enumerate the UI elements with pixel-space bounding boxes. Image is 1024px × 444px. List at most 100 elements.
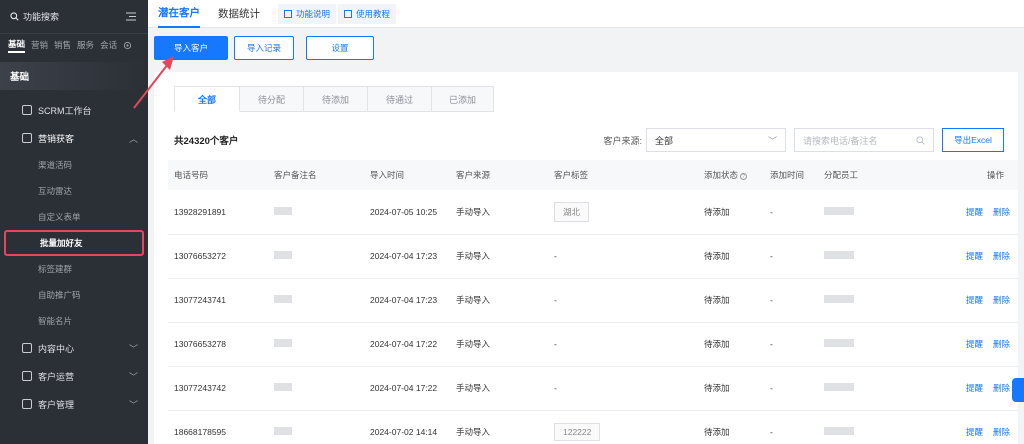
- category-sales[interactable]: 销售: [54, 39, 71, 51]
- search-placeholder: 请搜索电话/备注名: [803, 135, 878, 146]
- function-search[interactable]: 功能搜索: [0, 0, 148, 34]
- remind-link[interactable]: 提醒: [966, 207, 983, 217]
- category-chat[interactable]: 会话: [100, 39, 117, 51]
- phone-cell: 13077243742: [168, 366, 268, 411]
- added-time-cell: -: [764, 190, 818, 235]
- sidebar-item-marketing[interactable]: 营销获客 ︿: [0, 124, 148, 152]
- remark-cell: [268, 410, 364, 444]
- sidebar-sub-radar[interactable]: 互动雷达: [0, 178, 148, 204]
- remind-link[interactable]: 提醒: [966, 251, 983, 261]
- export-excel-button[interactable]: 导出Excel: [942, 128, 1004, 152]
- sidebar-sub-channel-code[interactable]: 渠道活码: [0, 152, 148, 178]
- col-tags: 客户标签: [548, 160, 698, 190]
- col-add-time: 添加时间: [764, 160, 818, 190]
- phone-cell: 13076653272: [168, 234, 268, 279]
- redacted-block: [274, 206, 292, 215]
- category-basic[interactable]: 基础: [8, 38, 26, 53]
- redacted-block: [824, 427, 854, 435]
- remind-link[interactable]: 提醒: [966, 383, 983, 393]
- status-cell: 待添加: [698, 410, 764, 444]
- status-cell: 待添加: [698, 190, 764, 235]
- category-service[interactable]: 服务: [77, 39, 94, 51]
- remind-link[interactable]: 提醒: [966, 427, 983, 437]
- source-select[interactable]: 全部 ﹀: [646, 128, 786, 152]
- tag-badge: 湖北: [554, 201, 590, 222]
- status-tab-all[interactable]: 全部: [174, 86, 240, 112]
- redacted-block: [274, 383, 292, 391]
- delete-link[interactable]: 删除: [993, 251, 1010, 261]
- sidebar-item-customer-ops[interactable]: 客户运营 ﹀: [0, 362, 148, 390]
- added-time-cell: -: [764, 234, 818, 279]
- phone-search-input[interactable]: 请搜索电话/备注名: [794, 128, 934, 152]
- status-tab-pending-add[interactable]: 待添加: [304, 86, 368, 112]
- redacted-block: [824, 206, 854, 215]
- col-staff: 分配员工: [818, 160, 928, 190]
- phone-cell: 13077243741: [168, 278, 268, 323]
- delete-link[interactable]: 删除: [993, 427, 1010, 437]
- tab-potential-customers[interactable]: 潜在客户: [158, 0, 200, 28]
- customer-table: 电话号码 客户备注名 导入时间 客户来源 客户标签 添加状态? 添加时间 分配员…: [168, 160, 1018, 444]
- status-tab-pending-assign[interactable]: 待分配: [240, 86, 304, 112]
- redacted-block: [824, 251, 854, 259]
- col-phone: 电话号码: [168, 160, 268, 190]
- users-icon: [22, 399, 32, 409]
- delete-link[interactable]: 删除: [993, 383, 1010, 393]
- menu-collapse-icon[interactable]: [126, 12, 136, 21]
- sidebar-item-label: 营销获客: [38, 133, 75, 144]
- delete-link[interactable]: 删除: [993, 295, 1010, 305]
- import-records-button[interactable]: 导入记录: [234, 36, 294, 60]
- settings-icon[interactable]: [123, 41, 132, 50]
- tag-cell: -: [548, 234, 698, 279]
- settings-button[interactable]: 设置: [306, 36, 374, 60]
- actions-cell: 提醒 删除: [928, 366, 1018, 411]
- redacted-block: [274, 427, 292, 435]
- sidebar-item-label: SCRM工作台: [38, 105, 92, 116]
- time-cell: 2024-07-05 10:25: [364, 190, 450, 235]
- delete-link[interactable]: 删除: [993, 207, 1010, 217]
- time-cell: 2024-07-04 17:22: [364, 366, 450, 411]
- customer-panel: 全部 待分配 待添加 待通过 已添加 共24320个客户 客户来源: 全部 ﹀ …: [154, 72, 1018, 444]
- top-tabs: 潜在客户 数据统计 功能说明 使用教程: [148, 0, 1024, 28]
- floating-helper-button[interactable]: [1012, 378, 1024, 402]
- status-cell: 待添加: [698, 322, 764, 367]
- status-tab-added[interactable]: 已添加: [432, 86, 494, 112]
- tag-badge: 122222: [554, 423, 601, 441]
- chevron-down-icon: ﹀: [767, 135, 777, 146]
- help-icon[interactable]: ?: [740, 173, 748, 180]
- remark-cell: [268, 190, 364, 235]
- remind-link[interactable]: 提醒: [966, 339, 983, 349]
- col-remark: 客户备注名: [268, 160, 364, 190]
- sidebar-item-customer-mgmt[interactable]: 客户管理 ﹀: [0, 390, 148, 418]
- status-tab-pending-approve[interactable]: 待通过: [368, 86, 432, 112]
- chevron-down-icon: ﹀: [128, 343, 138, 354]
- remark-cell: [268, 366, 364, 411]
- status-tabs: 全部 待分配 待添加 待通过 已添加: [174, 86, 1018, 112]
- sidebar-item-content-center[interactable]: 内容中心 ﹀: [0, 334, 148, 362]
- sidebar-item-scrm-workbench[interactable]: SCRM工作台: [0, 96, 148, 124]
- category-marketing[interactable]: 营销: [31, 39, 48, 51]
- sidebar-sub-tag-group[interactable]: 标签建群: [0, 256, 148, 282]
- sidebar-sub-custom-form[interactable]: 自定义表单: [0, 204, 148, 230]
- tag-cell: 122222: [548, 410, 698, 444]
- remind-link[interactable]: 提醒: [966, 295, 983, 305]
- content-icon: [22, 343, 32, 353]
- tag-cell: -: [548, 322, 698, 367]
- source-cell: 手动导入: [450, 190, 548, 235]
- sidebar-sub-smart-card[interactable]: 智能名片: [0, 308, 148, 334]
- filter-row: 共24320个客户 客户来源: 全部 ﹀ 请搜索电话/备注名 导出Excel: [174, 128, 1004, 152]
- tutorial-button[interactable]: 使用教程: [338, 3, 397, 24]
- search-icon: [10, 12, 19, 21]
- delete-link[interactable]: 删除: [993, 339, 1010, 349]
- sidebar-sub-batch-add-friends[interactable]: 批量加好友: [4, 230, 144, 256]
- sidebar-sub-promo-code[interactable]: 自助推广码: [0, 282, 148, 308]
- tab-data-stats[interactable]: 数据统计: [218, 0, 260, 28]
- added-time-cell: -: [764, 322, 818, 367]
- feature-help-button[interactable]: 功能说明: [278, 3, 337, 24]
- source-label: 客户来源:: [603, 135, 642, 146]
- redacted-block: [824, 339, 854, 347]
- col-import-time: 导入时间: [364, 160, 450, 190]
- staff-cell: [818, 234, 928, 279]
- tag-cell: -: [548, 366, 698, 411]
- import-customers-button[interactable]: 导入客户: [154, 36, 228, 60]
- search-label: 功能搜索: [23, 12, 60, 22]
